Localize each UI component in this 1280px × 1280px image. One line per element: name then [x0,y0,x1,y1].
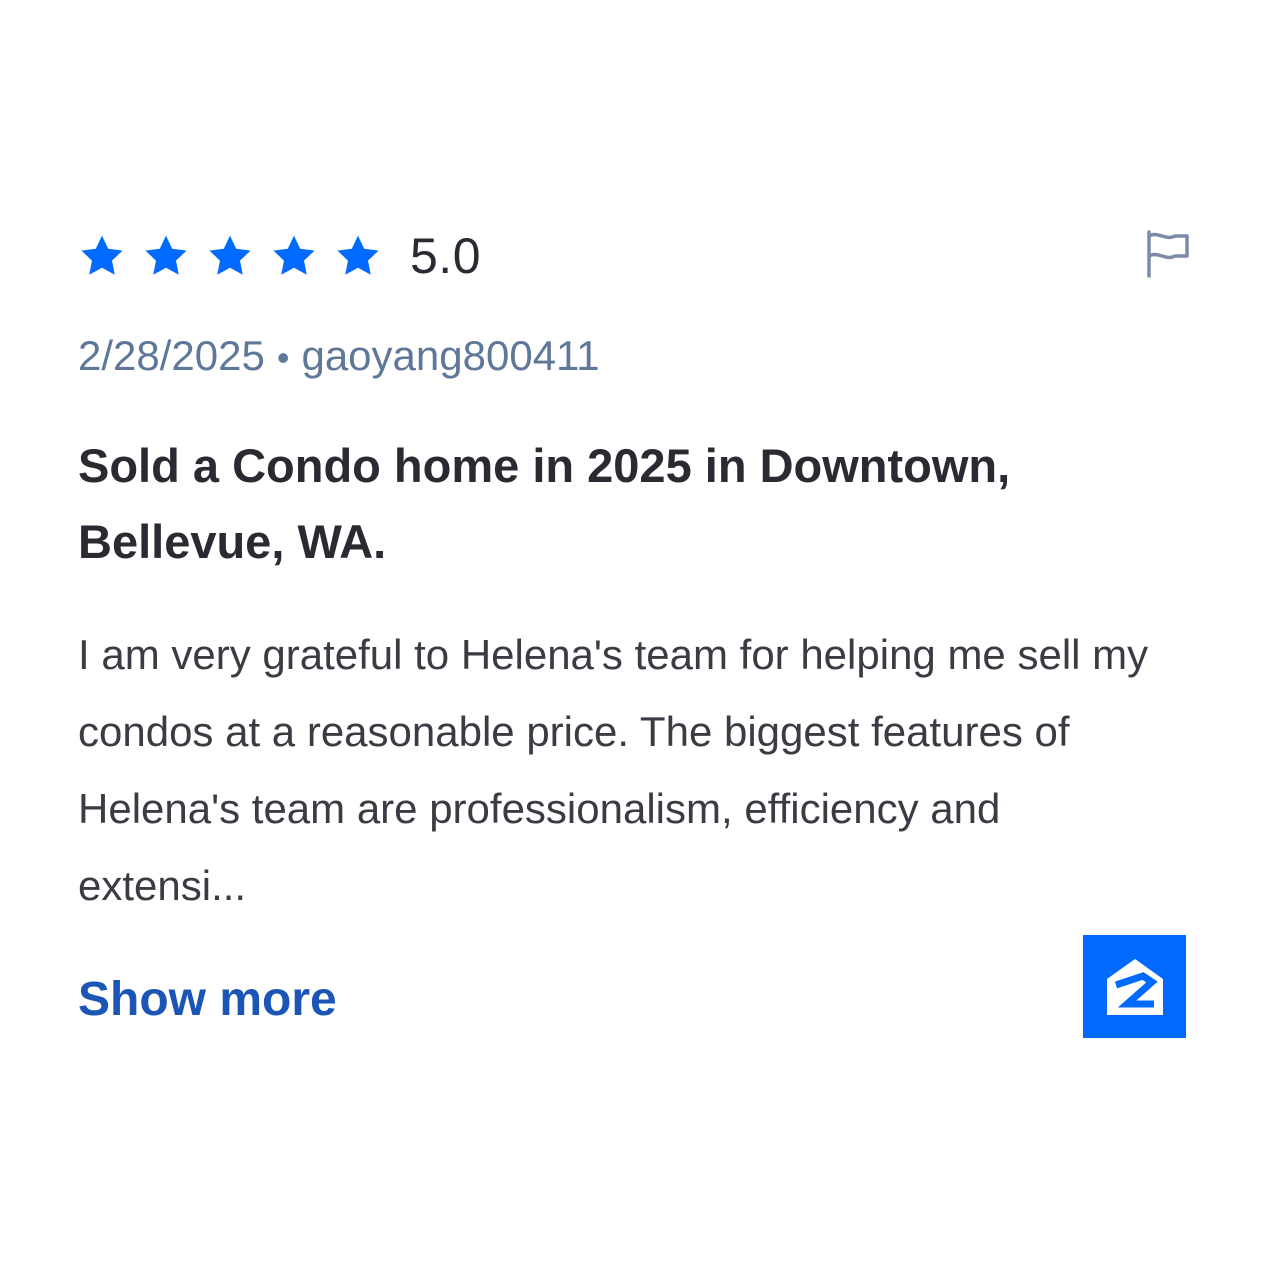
flag-icon [1147,230,1189,278]
star-icon [337,235,379,275]
review-title: Sold a Condo home in 2025 in Downtown, B… [78,439,1011,568]
star-icon [145,235,187,275]
review-date: 2/28/2025 [78,332,265,379]
rating-row: 5.0 [78,226,481,286]
zillow-logo [1083,935,1186,1038]
star-icon [209,235,251,275]
zillow-logo-icon [1106,958,1163,1015]
star-rating [78,232,382,280]
star-icon [273,235,315,275]
review-author: gaoyang800411 [301,332,600,379]
report-review-button[interactable] [1140,226,1196,282]
review-body: I am very grateful to Helena's team for … [78,631,1149,909]
show-more-link[interactable]: Show more [78,968,337,1032]
star-icon [81,235,123,275]
rating-value: 5.0 [410,228,482,284]
review-meta: 2/28/2025 • gaoyang800411 [78,328,600,386]
review-card: 5.0 2/28/2025 • gaoyang800411 Sold a Condo… [0,0,1280,1280]
meta-separator: • [276,337,290,378]
